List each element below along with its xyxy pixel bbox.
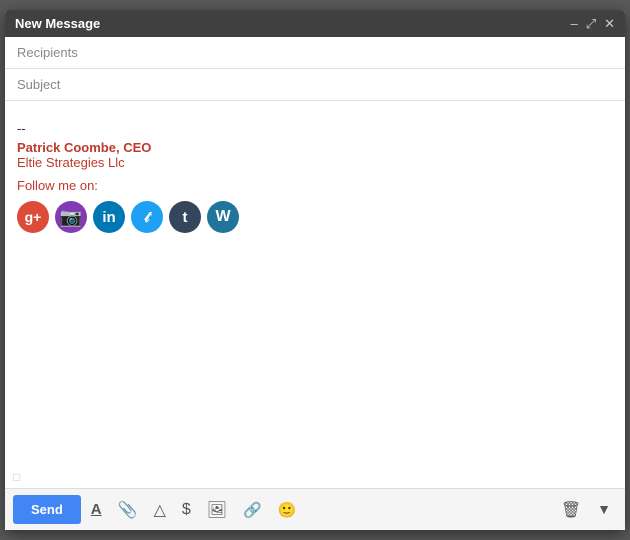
sig-name: Patrick Coombe, CEO	[17, 140, 613, 155]
attach-button[interactable]: 📎	[112, 496, 144, 524]
sig-follow: Follow me on:	[17, 178, 613, 193]
sig-dash: --	[17, 121, 613, 136]
window-title: New Message	[15, 16, 100, 31]
money-button[interactable]: $	[176, 497, 197, 523]
twitter-icon[interactable]: 𝓉	[131, 201, 163, 233]
recipients-row: Recipients	[5, 37, 625, 69]
sig-company: Eltie Strategies Llc	[17, 155, 613, 170]
link-button[interactable]: 🔗	[237, 497, 268, 523]
recipients-input[interactable]	[87, 45, 613, 60]
expand-button[interactable]: ⤢	[586, 17, 596, 30]
close-button[interactable]: ✕	[604, 17, 615, 30]
emoji-icon: 🙂	[278, 501, 297, 519]
paperclip-icon: 📎	[118, 500, 138, 520]
format-text-icon: A	[91, 501, 102, 518]
google-plus-icon[interactable]: g+	[17, 201, 49, 233]
photo-button[interactable]: 🖼	[201, 496, 233, 524]
subject-row: Subject	[5, 69, 625, 101]
title-bar-controls: – ⤢ ✕	[570, 17, 615, 30]
more-options-button[interactable]: ▼	[591, 497, 617, 523]
signature-block: -- Patrick Coombe, CEO Eltie Strategies …	[17, 121, 613, 233]
send-button[interactable]: Send	[13, 495, 81, 524]
subject-label: Subject	[17, 77, 87, 92]
toolbar: Send A 📎 △ $ 🖼 🔗 🙂 🗑 ▼	[5, 488, 625, 530]
recipients-label: Recipients	[17, 45, 87, 60]
linkedin-icon[interactable]: in	[93, 201, 125, 233]
drive-button[interactable]: △	[148, 496, 172, 524]
trash-icon: 🗑	[561, 500, 581, 520]
minimize-button[interactable]: –	[570, 17, 577, 30]
instagram-icon[interactable]: 📷	[55, 201, 87, 233]
tumblr-icon[interactable]: t	[169, 201, 201, 233]
format-button[interactable]: A	[85, 497, 108, 522]
compose-window: New Message – ⤢ ✕ Recipients Subject -- …	[5, 10, 625, 530]
chevron-down-icon: ▼	[597, 501, 611, 517]
drive-icon: △	[154, 500, 166, 520]
link-icon: 🔗	[243, 501, 262, 519]
resize-handle-icon: □	[13, 470, 20, 484]
body-area[interactable]: -- Patrick Coombe, CEO Eltie Strategies …	[5, 101, 625, 466]
title-bar: New Message – ⤢ ✕	[5, 10, 625, 37]
wordpress-icon[interactable]: W	[207, 201, 239, 233]
emoji-button[interactable]: 🙂	[272, 497, 303, 523]
social-icons-row: g+ 📷 in 𝓉 t W	[17, 201, 613, 233]
photo-icon: 🖼	[207, 500, 227, 520]
delete-button[interactable]: 🗑	[555, 496, 587, 524]
subject-input[interactable]	[87, 77, 613, 92]
dollar-icon: $	[182, 501, 191, 519]
toolbar-right: 🗑 ▼	[555, 496, 617, 524]
